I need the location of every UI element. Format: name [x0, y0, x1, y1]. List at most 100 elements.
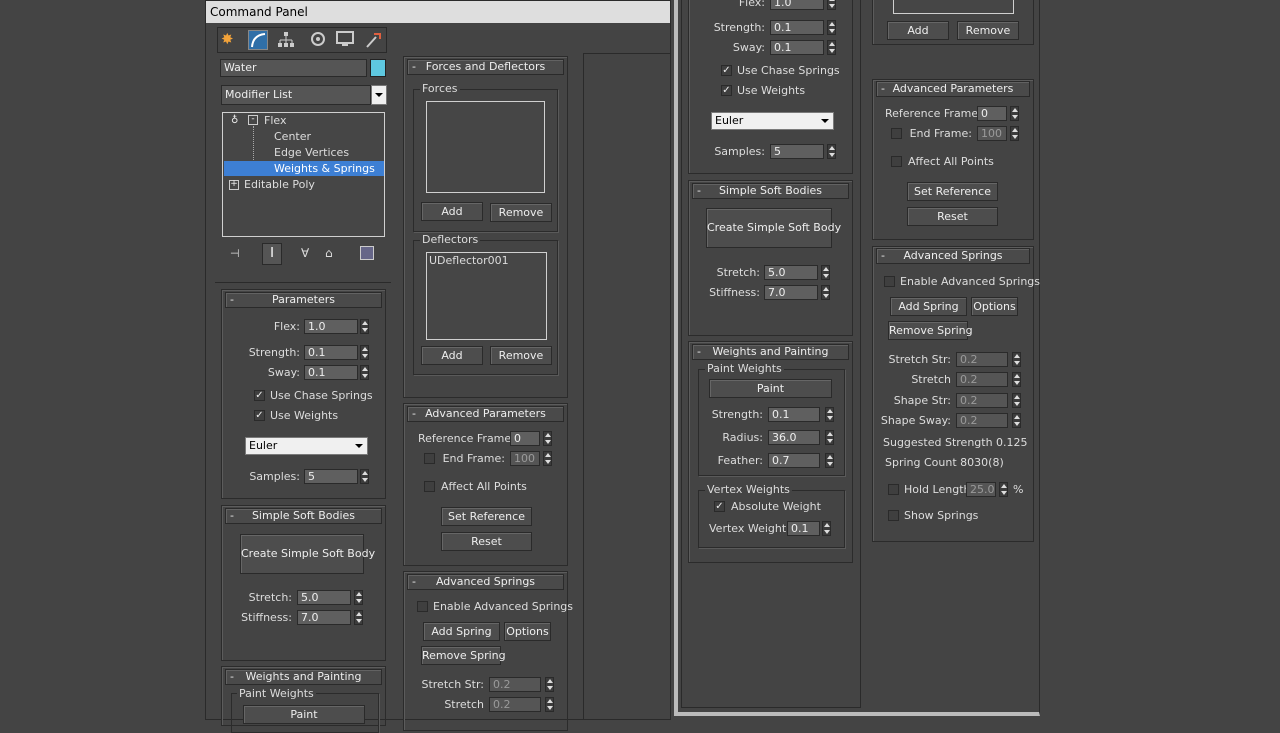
- feather-spinner[interactable]: [825, 453, 834, 468]
- stretch-str-spinner[interactable]: [545, 677, 554, 692]
- stretch-str-spinner-2[interactable]: [1012, 352, 1021, 367]
- feather-field[interactable]: 0.7: [768, 453, 820, 468]
- end-frame-checkbox-2[interactable]: [891, 128, 902, 139]
- stretch-str-field-2[interactable]: 0.2: [956, 352, 1008, 367]
- stack-item-center[interactable]: Center: [274, 130, 311, 144]
- deflector-item[interactable]: UDeflector001: [429, 254, 509, 268]
- simple-soft-bodies-header[interactable]: - Simple Soft Bodies: [225, 508, 382, 524]
- remove-spring-button-2[interactable]: Remove Spring: [888, 321, 973, 340]
- pin-stack-icon[interactable]: ⊣: [230, 247, 244, 261]
- display-tab-icon[interactable]: [336, 31, 354, 47]
- adv-stretch-spinner[interactable]: [545, 697, 554, 712]
- advanced-parameters-header[interactable]: - Advanced Parameters: [407, 406, 564, 422]
- simple-soft-bodies-header-2[interactable]: - Simple Soft Bodies: [692, 183, 849, 199]
- remove-spring-button[interactable]: Remove Spring: [421, 646, 506, 665]
- samples-spinner[interactable]: [360, 469, 369, 484]
- modify-tab-icon[interactable]: [248, 30, 268, 50]
- solver-dropdown-2[interactable]: Euler: [711, 112, 834, 130]
- absolute-weight-checkbox[interactable]: ✓: [714, 501, 725, 512]
- stack-item-edge-vertices[interactable]: Edge Vertices: [274, 146, 349, 160]
- vertex-weight-spinner[interactable]: [822, 521, 831, 536]
- flex-spinner[interactable]: [360, 319, 369, 334]
- radius-field[interactable]: 36.0: [768, 430, 820, 445]
- stiffness-spinner-2[interactable]: [821, 285, 830, 300]
- set-reference-button[interactable]: Set Reference: [441, 507, 532, 526]
- use-weights-checkbox[interactable]: ✓: [254, 410, 265, 421]
- modifier-list-arrow-icon[interactable]: [371, 85, 387, 105]
- vertex-weight-field[interactable]: 0.1: [787, 521, 820, 536]
- use-chase-springs-checkbox-2[interactable]: ✓: [721, 65, 732, 76]
- expand-plus-icon[interactable]: +: [229, 180, 239, 190]
- configure-sets-icon[interactable]: [360, 246, 374, 260]
- show-end-result-icon[interactable]: I: [262, 243, 282, 265]
- deflectors-remove-button-2[interactable]: Remove: [957, 21, 1019, 40]
- forces-remove-button[interactable]: Remove: [490, 203, 552, 222]
- forces-list[interactable]: [426, 101, 545, 193]
- reference-frame-spinner-2[interactable]: [1010, 106, 1019, 121]
- reference-frame-field-2[interactable]: 0: [977, 106, 1007, 121]
- weights-painting-header-2[interactable]: - Weights and Painting: [692, 344, 849, 360]
- paint-strength-field[interactable]: 0.1: [768, 407, 820, 422]
- stack-item-weights-springs[interactable]: Weights & Springs: [274, 162, 375, 176]
- set-reference-button-2[interactable]: Set Reference: [907, 182, 998, 201]
- stack-item-flex[interactable]: Flex: [264, 114, 286, 128]
- radius-spinner[interactable]: [825, 430, 834, 445]
- weights-painting-header[interactable]: - Weights and Painting: [225, 669, 382, 685]
- hold-length-spinner[interactable]: [999, 482, 1008, 497]
- lightbulb-icon[interactable]: ♁: [231, 115, 241, 127]
- stack-item-editable-poly[interactable]: Editable Poly: [244, 178, 315, 192]
- options-button[interactable]: Options: [504, 622, 551, 641]
- make-unique-icon[interactable]: ∀: [301, 246, 317, 262]
- reset-button[interactable]: Reset: [441, 532, 532, 551]
- strength-field-2[interactable]: 0.1: [770, 20, 824, 35]
- strength-field[interactable]: 0.1: [304, 345, 358, 360]
- forces-add-button[interactable]: Add: [421, 202, 483, 221]
- add-spring-button[interactable]: Add Spring: [423, 622, 500, 641]
- deflectors-add-button[interactable]: Add: [421, 346, 483, 365]
- hold-length-field[interactable]: 25.0: [966, 482, 996, 497]
- forces-deflectors-header[interactable]: - Forces and Deflectors: [407, 59, 564, 75]
- stiffness-field[interactable]: 7.0: [297, 610, 351, 625]
- end-frame-field[interactable]: 100: [510, 451, 540, 466]
- remove-modifier-icon[interactable]: ⌂: [325, 246, 339, 262]
- parameters-header[interactable]: - Parameters: [225, 292, 382, 308]
- create-simple-soft-body-button[interactable]: Create Simple Soft Body: [240, 534, 375, 574]
- stretch-field[interactable]: 5.0: [297, 590, 351, 605]
- shape-sway-field[interactable]: 0.2: [956, 413, 1008, 428]
- sway-spinner[interactable]: [360, 365, 369, 380]
- deflectors-remove-button[interactable]: Remove: [490, 346, 552, 365]
- create-simple-soft-body-button-2[interactable]: Create Simple Soft Body: [706, 208, 841, 248]
- use-chase-springs-checkbox[interactable]: ✓: [254, 390, 265, 401]
- advanced-springs-header[interactable]: - Advanced Springs: [407, 574, 564, 590]
- adv-stretch-spinner-2[interactable]: [1012, 372, 1021, 387]
- modifier-list-dropdown[interactable]: Modifier List: [221, 85, 371, 105]
- stretch-field-2[interactable]: 5.0: [764, 265, 818, 280]
- options-button-2[interactable]: Options: [971, 297, 1018, 316]
- motion-tab-icon[interactable]: [310, 31, 326, 47]
- advanced-parameters-header-2[interactable]: - Advanced Parameters: [876, 81, 1030, 97]
- advanced-springs-header-2[interactable]: - Advanced Springs: [876, 248, 1030, 264]
- flex-field-2[interactable]: 1.0: [770, 0, 824, 10]
- stiffness-spinner[interactable]: [354, 610, 363, 625]
- flex-spinner-2[interactable]: [827, 0, 836, 10]
- reference-frame-spinner[interactable]: [543, 431, 552, 446]
- end-frame-spinner-2[interactable]: [1010, 126, 1019, 141]
- strength-spinner[interactable]: [360, 345, 369, 360]
- enable-advanced-springs-checkbox[interactable]: [417, 601, 428, 612]
- end-frame-field-2[interactable]: 100: [977, 126, 1007, 141]
- samples-field-2[interactable]: 5: [770, 144, 824, 159]
- stretch-spinner[interactable]: [354, 590, 363, 605]
- show-springs-checkbox[interactable]: [888, 510, 899, 521]
- adv-stretch-field-2[interactable]: 0.2: [956, 372, 1008, 387]
- paint-button-2[interactable]: Paint: [709, 379, 832, 398]
- deflectors-list-2[interactable]: [893, 0, 1014, 14]
- sway-field[interactable]: 0.1: [304, 365, 358, 380]
- hold-length-checkbox[interactable]: [888, 484, 899, 495]
- collapse-minus-icon[interactable]: -: [248, 115, 258, 125]
- samples-spinner-2[interactable]: [827, 144, 836, 159]
- object-color-swatch[interactable]: [370, 59, 386, 77]
- enable-advanced-springs-checkbox-2[interactable]: [884, 276, 895, 287]
- end-frame-checkbox[interactable]: [424, 453, 435, 464]
- flex-field[interactable]: 1.0: [304, 319, 358, 334]
- stretch-spinner-2[interactable]: [821, 265, 830, 280]
